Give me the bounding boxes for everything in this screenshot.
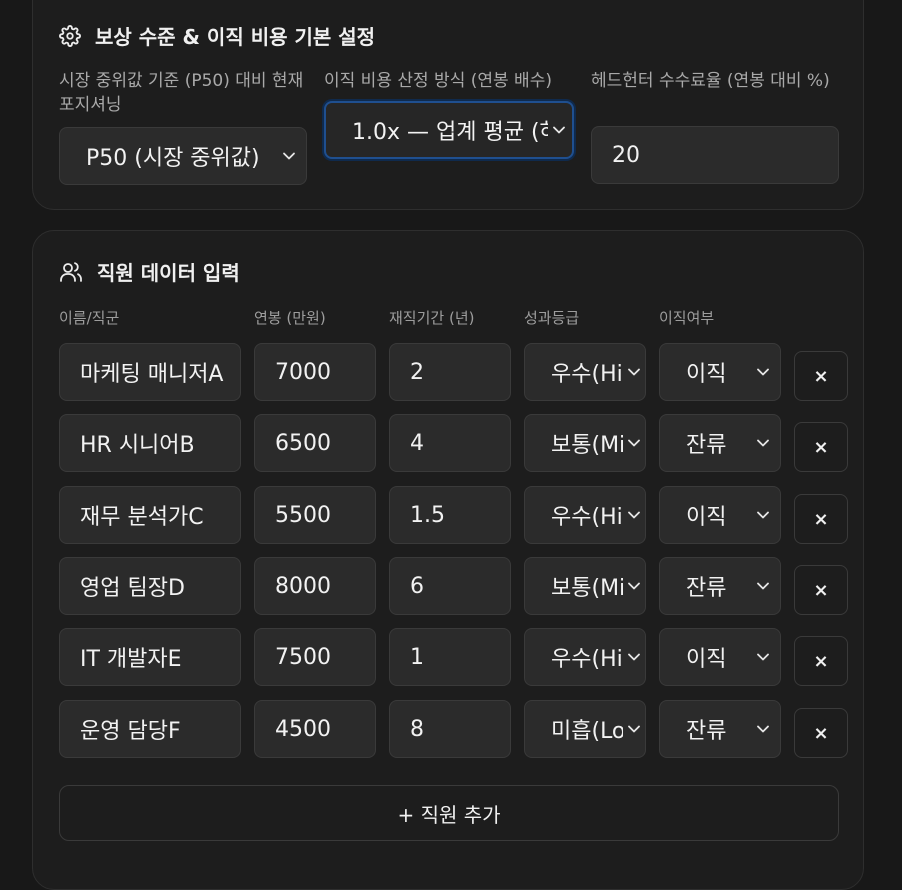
- chevron-down-icon: [756, 365, 770, 379]
- add-employee-label: + 직원 추가: [397, 802, 501, 827]
- employee-name-input[interactable]: 운영 담당F: [59, 700, 241, 758]
- chevron-down-icon: [627, 365, 641, 379]
- settings-section-title: 보상 수준 & 이직 비용 기본 설정: [59, 21, 375, 50]
- delete-row-button[interactable]: ×: [794, 636, 848, 686]
- employee-name-input[interactable]: IT 개발자E: [59, 628, 241, 686]
- employee-status-select[interactable]: 잔류: [659, 414, 781, 472]
- add-employee-button[interactable]: + 직원 추가: [59, 785, 839, 841]
- delete-row-button[interactable]: ×: [794, 422, 848, 472]
- chevron-down-icon: [756, 508, 770, 522]
- employee-salary-input[interactable]: 7000: [254, 343, 376, 401]
- column-header-tenure: 재직기간 (년): [389, 309, 475, 327]
- employee-performance-select[interactable]: 보통(Mid): [524, 414, 646, 472]
- turnover-cost-method-select[interactable]: 1.0x — 업계 평균 (하: [324, 101, 574, 159]
- employees-section-title: 직원 데이터 입력: [59, 257, 240, 286]
- employee-status-select[interactable]: 잔류: [659, 700, 781, 758]
- employee-status-select[interactable]: 잔류: [659, 557, 781, 615]
- chevron-down-icon: [627, 436, 641, 450]
- chevron-down-icon: [756, 579, 770, 593]
- employee-performance-select[interactable]: 보통(Mid): [524, 557, 646, 615]
- close-icon: ×: [813, 436, 829, 458]
- employee-tenure-input[interactable]: 2: [389, 343, 511, 401]
- employee-salary-input[interactable]: 7500: [254, 628, 376, 686]
- employee-tenure-input[interactable]: 8: [389, 700, 511, 758]
- chevron-down-icon: [627, 508, 641, 522]
- employee-status-select[interactable]: 이직: [659, 486, 781, 544]
- employee-tenure-input[interactable]: 6: [389, 557, 511, 615]
- column-header-status: 이직여부: [659, 309, 715, 327]
- employee-name-input[interactable]: 영업 팀장D: [59, 557, 241, 615]
- delete-row-button[interactable]: ×: [794, 708, 848, 758]
- chevron-down-icon: [627, 722, 641, 736]
- employee-performance-select[interactable]: 우수(High): [524, 486, 646, 544]
- settings-title-text: 보상 수준 & 이직 비용 기본 설정: [95, 25, 376, 49]
- chevron-down-icon: [756, 650, 770, 664]
- delete-row-button[interactable]: ×: [794, 494, 848, 544]
- compensation-settings-card: 보상 수준 & 이직 비용 기본 설정 시장 중위값 기준 (P50) 대비 현…: [32, 0, 864, 210]
- employee-tenure-input[interactable]: 1.5: [389, 486, 511, 544]
- employee-performance-select[interactable]: 우수(High): [524, 343, 646, 401]
- employee-salary-input[interactable]: 8000: [254, 557, 376, 615]
- gear-icon: [59, 24, 81, 47]
- close-icon: ×: [813, 579, 829, 601]
- close-icon: ×: [813, 650, 829, 672]
- employee-status-select[interactable]: 이직: [659, 628, 781, 686]
- employees-title-text: 직원 데이터 입력: [97, 261, 240, 285]
- chevron-down-icon: [282, 149, 296, 163]
- chevron-down-icon: [627, 579, 641, 593]
- employee-name-input[interactable]: 마케팅 매니저A: [59, 343, 241, 401]
- employee-tenure-input[interactable]: 1: [389, 628, 511, 686]
- employee-name-input[interactable]: 재무 분석가C: [59, 486, 241, 544]
- employee-data-card: 직원 데이터 입력 이름/직군 연봉 (만원) 재직기간 (년) 성과등급 이직…: [32, 230, 864, 890]
- column-header-name: 이름/직군: [59, 309, 120, 327]
- employee-performance-select[interactable]: 미흡(Low): [524, 700, 646, 758]
- column-header-performance: 성과등급: [524, 309, 580, 327]
- headhunter-fee-input[interactable]: 20: [591, 126, 839, 184]
- employee-tenure-input[interactable]: 4: [389, 414, 511, 472]
- close-icon: ×: [813, 722, 829, 744]
- market-positioning-select[interactable]: P50 (시장 중위값): [59, 127, 307, 185]
- chevron-down-icon: [627, 650, 641, 664]
- employee-salary-input[interactable]: 6500: [254, 414, 376, 472]
- chevron-down-icon: [756, 722, 770, 736]
- employee-performance-select[interactable]: 우수(High): [524, 628, 646, 686]
- market-positioning-label: 시장 중위값 기준 (P50) 대비 현재 포지셔닝: [59, 71, 304, 115]
- close-icon: ×: [813, 365, 829, 387]
- employee-name-input[interactable]: HR 시니어B: [59, 414, 241, 472]
- close-icon: ×: [813, 508, 829, 530]
- chevron-down-icon: [756, 436, 770, 450]
- column-header-salary: 연봉 (만원): [254, 309, 326, 327]
- delete-row-button[interactable]: ×: [794, 351, 848, 401]
- delete-row-button[interactable]: ×: [794, 565, 848, 615]
- employee-salary-input[interactable]: 5500: [254, 486, 376, 544]
- turnover-cost-method-label: 이직 비용 산정 방식 (연봉 배수): [324, 71, 552, 91]
- users-icon: [60, 261, 82, 282]
- employee-salary-input[interactable]: 4500: [254, 700, 376, 758]
- headhunter-fee-label: 헤드헌터 수수료율 (연봉 대비 %): [591, 71, 830, 91]
- employee-status-select[interactable]: 이직: [659, 343, 781, 401]
- chevron-down-icon: [552, 123, 566, 137]
